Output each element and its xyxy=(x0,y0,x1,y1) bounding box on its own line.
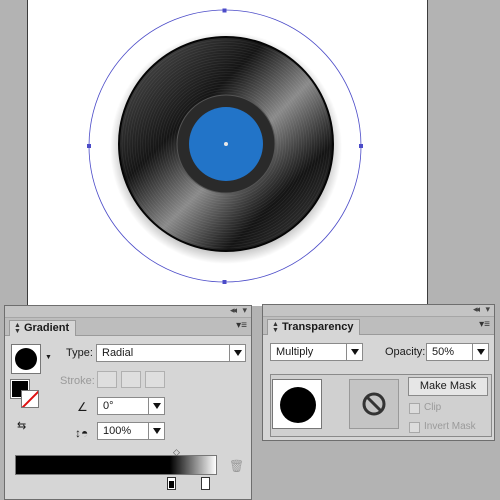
tab-updown-icon: ▲ ▼ xyxy=(14,321,21,335)
selection-handle-top[interactable] xyxy=(222,8,227,13)
chevron-down-icon xyxy=(148,423,164,439)
aspect-ratio-input[interactable]: 100% xyxy=(97,422,165,440)
gradient-slider-bar[interactable] xyxy=(15,455,217,475)
selection-handle-bottom[interactable] xyxy=(222,280,227,284)
gradient-panel: ◂◂ ▾ ▲ ▼ Gradient ▾≡ ▼ Type: Radial ⇆ Str… xyxy=(4,305,252,500)
type-label: Type: xyxy=(66,347,93,359)
invert-mask-label: Invert Mask xyxy=(424,421,476,432)
gradient-tab-row: ▲ ▼ Gradient ▾≡ xyxy=(5,318,251,336)
record-center-point xyxy=(224,142,228,146)
invert-mask-checkbox[interactable] xyxy=(409,422,420,433)
angle-value: 0° xyxy=(103,400,114,412)
chevron-down-icon xyxy=(346,344,362,360)
tab-transparency[interactable]: ▲ ▼ Transparency xyxy=(267,319,361,335)
opacity-label: Opacity: xyxy=(385,346,426,358)
close-icon[interactable]: ▾ xyxy=(485,304,490,315)
gradient-stop-white[interactable] xyxy=(201,477,210,490)
close-icon[interactable]: ▾ xyxy=(242,305,247,316)
stroke-option-1[interactable] xyxy=(97,371,117,388)
stroke-label: Stroke: xyxy=(60,375,95,387)
angle-input[interactable]: 0° xyxy=(97,397,165,415)
panel-menu-icon[interactable]: ▾≡ xyxy=(479,320,490,330)
chevron-down-icon xyxy=(472,344,488,360)
transparency-tab-row: ▲ ▼ Transparency ▾≡ xyxy=(263,317,494,335)
transparency-tab-label: Transparency xyxy=(281,321,354,333)
aspect-ratio-icon: ↕◓ xyxy=(75,426,89,440)
collapse-icon[interactable]: ◂◂ xyxy=(230,305,237,316)
opacity-value: 50% xyxy=(432,346,455,358)
transparency-panel: ◂◂ ▾ ▲ ▼ Transparency ▾≡ Multiply Opacity… xyxy=(262,304,495,441)
tab-updown-icon: ▲ ▼ xyxy=(272,320,279,334)
collapse-icon[interactable]: ◂◂ xyxy=(473,304,480,315)
selection-handle-right[interactable] xyxy=(359,144,363,148)
type-dropdown[interactable]: Radial xyxy=(96,344,246,362)
gradient-swatch[interactable] xyxy=(11,344,41,374)
stroke-none-box[interactable] xyxy=(21,390,39,408)
chevron-down-icon xyxy=(229,345,245,361)
blend-mode-dropdown[interactable]: Multiply xyxy=(270,343,363,361)
swatch-dropdown-icon[interactable]: ▼ xyxy=(45,354,52,361)
trash-icon[interactable]: 🗑 xyxy=(229,459,244,473)
no-mask-icon xyxy=(362,392,386,416)
transparency-panel-topbar: ◂◂ ▾ xyxy=(263,304,494,317)
gradient-panel-topbar: ◂◂ ▾ xyxy=(5,305,251,318)
reverse-gradient-icon[interactable]: ⇆ xyxy=(17,419,26,432)
opacity-input[interactable]: 50% xyxy=(426,343,489,361)
object-thumbnail[interactable] xyxy=(272,379,322,429)
blend-mode-value: Multiply xyxy=(276,346,314,358)
gradient-midpoint-diamond[interactable]: ◇ xyxy=(173,447,180,458)
vinyl-record-artwork[interactable] xyxy=(28,0,429,306)
type-value: Radial xyxy=(102,347,134,359)
stroke-option-2[interactable] xyxy=(121,371,141,388)
aspect-ratio-value: 100% xyxy=(103,425,132,437)
mask-thumbnail[interactable] xyxy=(349,379,399,429)
make-mask-button[interactable]: Make Mask xyxy=(408,377,488,396)
gradient-tab-label: Gradient xyxy=(23,322,70,334)
panel-menu-icon[interactable]: ▾≡ xyxy=(236,321,247,331)
tab-gradient[interactable]: ▲ ▼ Gradient xyxy=(9,320,77,336)
clip-label: Clip xyxy=(424,402,442,413)
chevron-down-icon xyxy=(148,398,164,414)
clip-checkbox[interactable] xyxy=(409,403,420,414)
stroke-option-3[interactable] xyxy=(145,371,165,388)
artboard[interactable] xyxy=(27,0,428,306)
angle-icon: ∠ xyxy=(77,400,88,414)
selection-handle-left[interactable] xyxy=(87,144,91,148)
gradient-stop-black[interactable] xyxy=(167,477,176,490)
